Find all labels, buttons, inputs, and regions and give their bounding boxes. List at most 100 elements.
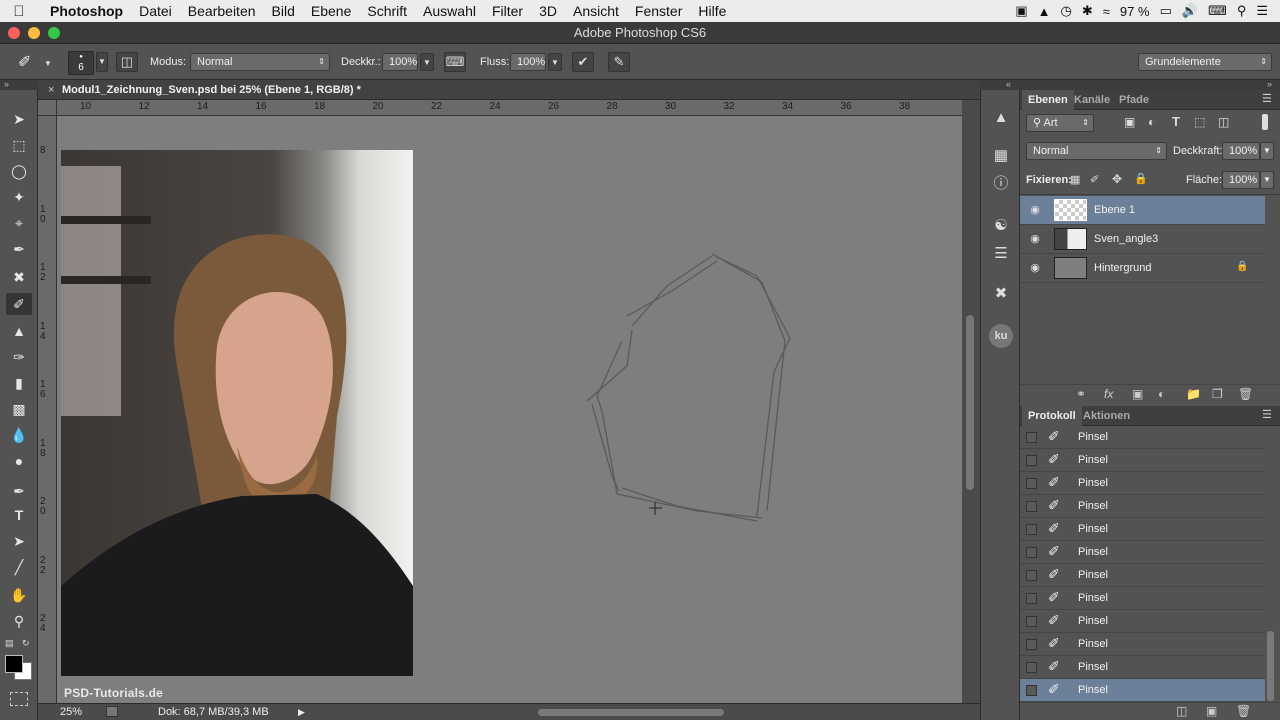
pressure-opacity-icon[interactable]: ⌨ bbox=[444, 52, 466, 72]
new-group-icon[interactable]: 📁 bbox=[1186, 387, 1201, 401]
camera-icon[interactable]: ▣ bbox=[1015, 3, 1027, 19]
flow-dropdown[interactable]: ▼ bbox=[548, 53, 562, 71]
snapshot-source-checkbox[interactable] bbox=[1026, 478, 1037, 489]
pen-tool-icon[interactable]: ✒ bbox=[6, 480, 32, 502]
menu-filter[interactable]: Filter bbox=[484, 3, 531, 19]
menu-bearbeiten[interactable]: Bearbeiten bbox=[180, 3, 264, 19]
snapshot-source-checkbox[interactable] bbox=[1026, 593, 1037, 604]
layer-row[interactable]: ◉ Sven_angle3 bbox=[1020, 225, 1265, 254]
export-icon[interactable] bbox=[106, 706, 118, 717]
filter-pixel-icon[interactable]: ▣ bbox=[1124, 115, 1135, 129]
vertical-scrollbar[interactable] bbox=[962, 100, 980, 703]
adjustments-icon[interactable]: ☰ bbox=[989, 242, 1013, 266]
collapse-panels-icon[interactable]: » bbox=[1267, 79, 1272, 89]
snapshot-source-checkbox[interactable] bbox=[1026, 547, 1037, 558]
document-tab[interactable]: × Modul1_Zeichnung_Sven.psd bei 25% (Ebe… bbox=[38, 80, 980, 100]
eraser-tool-icon[interactable]: ▮ bbox=[6, 372, 32, 394]
battery-icon[interactable]: ▭ bbox=[1160, 3, 1172, 19]
lasso-tool-icon[interactable]: ◯ bbox=[6, 160, 32, 182]
layer-row[interactable]: ◉ Hintergrund 🔒 bbox=[1020, 254, 1265, 283]
wifi-icon[interactable]: ≈ bbox=[1103, 4, 1110, 19]
color-icon[interactable]: ▦ bbox=[989, 144, 1013, 168]
snapshot-source-checkbox[interactable] bbox=[1026, 570, 1037, 581]
tab-ebenen[interactable]: Ebenen bbox=[1022, 90, 1074, 110]
zoom-level[interactable]: 25% bbox=[60, 704, 82, 720]
close-window-button[interactable] bbox=[8, 27, 20, 39]
menu-ebene[interactable]: Ebene bbox=[303, 3, 359, 19]
history-item[interactable]: ✐ Pinsel bbox=[1020, 449, 1265, 472]
new-document-from-state-icon[interactable]: ◫ bbox=[1176, 704, 1187, 718]
battery-percent[interactable]: 97 % bbox=[1120, 4, 1150, 19]
pressure-size-icon[interactable]: ✎ bbox=[608, 52, 630, 72]
new-layer-icon[interactable]: ❐ bbox=[1212, 387, 1223, 401]
expand-toolbar-icon[interactable]: » bbox=[4, 79, 9, 89]
spotlight-icon[interactable]: ⚲ bbox=[1237, 3, 1247, 19]
brush-panel-toggle-icon[interactable]: ◫ bbox=[116, 52, 138, 72]
apple-icon[interactable]:  bbox=[0, 3, 38, 20]
swap-colors-icon[interactable]: ↻ bbox=[22, 638, 30, 649]
quick-mask-icon[interactable] bbox=[10, 692, 28, 706]
menu-ansicht[interactable]: Ansicht bbox=[565, 3, 627, 19]
blur-tool-icon[interactable]: 💧 bbox=[6, 424, 32, 446]
mode-select[interactable]: Normal ⇕ bbox=[190, 53, 330, 71]
foreground-color-swatch[interactable] bbox=[5, 655, 23, 673]
eye-icon[interactable]: ◉ bbox=[1028, 261, 1042, 275]
menu-schrift[interactable]: Schrift bbox=[359, 3, 415, 19]
snapshot-source-checkbox[interactable] bbox=[1026, 455, 1037, 466]
menu-auswahl[interactable]: Auswahl bbox=[415, 3, 484, 19]
bluetooth-icon[interactable]: ✱ bbox=[1082, 3, 1093, 19]
tab-kanaele[interactable]: Kanäle bbox=[1068, 90, 1116, 110]
eyedropper-tool-icon[interactable]: ✒ bbox=[6, 238, 32, 260]
zoom-tool-icon[interactable]: ⚲ bbox=[6, 610, 32, 632]
status-menu-arrow-icon[interactable]: ▶ bbox=[298, 704, 305, 720]
brush-tool-preset-icon[interactable]: ✐ bbox=[18, 52, 40, 72]
filter-toggle[interactable] bbox=[1262, 114, 1268, 130]
kuler-icon[interactable]: ku bbox=[989, 324, 1013, 348]
layer-opacity-input[interactable]: 100% bbox=[1222, 142, 1260, 160]
eye-icon[interactable]: ◉ bbox=[1028, 203, 1042, 217]
hand-tool-icon[interactable]: ✋ bbox=[6, 584, 32, 606]
dodge-tool-icon[interactable]: ● bbox=[6, 450, 32, 472]
layer-opacity-dropdown[interactable]: ▼ bbox=[1260, 142, 1274, 160]
volume-icon[interactable]: 🔊 bbox=[1182, 3, 1198, 19]
history-item-current[interactable]: ✐ Pinsel bbox=[1020, 679, 1265, 702]
clone-stamp-tool-icon[interactable]: ▲ bbox=[6, 320, 32, 342]
notification-icon[interactable]: ☰ bbox=[1256, 3, 1268, 19]
eye-icon[interactable]: ◉ bbox=[1028, 232, 1042, 246]
adjustment-layer-icon[interactable]: ◐ bbox=[1158, 387, 1165, 401]
history-item[interactable]: ✐ Pinsel bbox=[1020, 564, 1265, 587]
fill-input[interactable]: 100% bbox=[1222, 171, 1260, 189]
brush-tool-icon[interactable]: ✐ bbox=[6, 293, 32, 315]
keyboard-icon[interactable]: ⌨ bbox=[1208, 3, 1227, 19]
snapshot-source-checkbox[interactable] bbox=[1026, 639, 1037, 650]
crop-tool-icon[interactable]: ⌖ bbox=[6, 212, 32, 234]
menu-bild[interactable]: Bild bbox=[264, 3, 303, 19]
gradient-tool-icon[interactable]: ▩ bbox=[6, 398, 32, 420]
fill-dropdown[interactable]: ▼ bbox=[1260, 171, 1274, 189]
snapshot-source-checkbox[interactable] bbox=[1026, 501, 1037, 512]
navigator-icon[interactable]: ▲ bbox=[989, 106, 1013, 130]
canvas-area[interactable]: PSD-Tutorials.de bbox=[57, 116, 962, 703]
snapshot-source-checkbox[interactable] bbox=[1026, 524, 1037, 535]
zoom-window-button[interactable] bbox=[48, 27, 60, 39]
adobe-icon[interactable]: ▲ bbox=[1038, 4, 1051, 19]
lock-transparency-icon[interactable]: ▦ bbox=[1070, 173, 1080, 186]
marquee-tool-icon[interactable]: ⬚ bbox=[6, 134, 32, 156]
healing-brush-tool-icon[interactable]: ✖ bbox=[6, 266, 32, 288]
add-mask-icon[interactable]: ▣ bbox=[1132, 387, 1143, 401]
history-item[interactable]: ✐ Pinsel bbox=[1020, 426, 1265, 449]
history-item[interactable]: ✐ Pinsel bbox=[1020, 587, 1265, 610]
flow-input[interactable]: 100% bbox=[510, 53, 546, 71]
tab-aktionen[interactable]: Aktionen bbox=[1077, 406, 1136, 426]
delete-state-icon[interactable]: 🗑 bbox=[1236, 704, 1251, 718]
opacity-input[interactable]: 100% bbox=[382, 53, 418, 71]
snapshot-source-checkbox[interactable] bbox=[1026, 432, 1037, 443]
magic-wand-tool-icon[interactable]: ✦ bbox=[6, 186, 32, 208]
filter-smart-object-icon[interactable]: ◫ bbox=[1218, 115, 1229, 129]
path-selection-tool-icon[interactable]: ➤ bbox=[6, 530, 32, 552]
history-scroll-thumb[interactable] bbox=[1267, 631, 1274, 701]
brush-size-dropdown[interactable]: ▼ bbox=[96, 52, 108, 72]
tool-presets-icon[interactable]: ✖ bbox=[989, 282, 1013, 306]
ruler-origin[interactable] bbox=[38, 100, 57, 116]
scroll-thumb[interactable] bbox=[966, 315, 974, 490]
